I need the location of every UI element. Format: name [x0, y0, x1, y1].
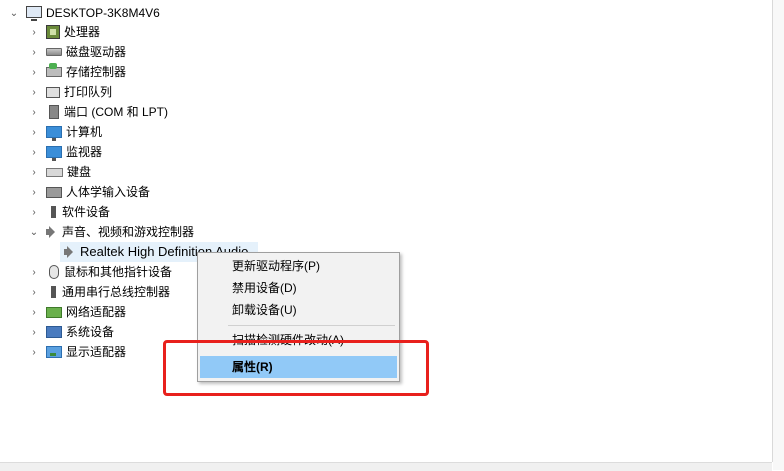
tree-item-label: 系统设备: [66, 325, 115, 339]
printer-icon: [46, 86, 60, 98]
chevron-right-icon[interactable]: ›: [28, 166, 40, 178]
menu-separator: [228, 325, 395, 326]
tree-item-usb-controllers[interactable]: › 通用串行总线控制器: [28, 282, 170, 302]
chevron-right-icon[interactable]: ›: [28, 186, 40, 198]
speaker-icon: [64, 246, 74, 258]
tree-item-disk-drives[interactable]: › 磁盘驱动器: [28, 42, 126, 62]
chevron-down-icon[interactable]: ⌄: [8, 7, 20, 19]
tree-item-ports[interactable]: › 端口 (COM 和 LPT): [28, 102, 168, 122]
menu-item-update-driver[interactable]: 更新驱动程序(P): [200, 255, 397, 277]
tree-item-system-devices[interactable]: › 系统设备: [28, 322, 114, 342]
monitor-icon: [46, 146, 62, 161]
tree-item-label: 声音、视频和游戏控制器: [62, 225, 195, 239]
tree-item-label: 键盘: [67, 165, 92, 179]
tree-item-label: 存储控制器: [66, 65, 127, 79]
cpu-icon: [46, 25, 60, 39]
tree-item-print-queues[interactable]: › 打印队列: [28, 82, 112, 102]
menu-item-disable-device[interactable]: 禁用设备(D): [200, 277, 397, 299]
computer-icon: [26, 6, 42, 21]
tree-item-display-adapters[interactable]: › 显示适配器: [28, 342, 126, 362]
tree-item-label: 通用串行总线控制器: [62, 285, 171, 299]
tree-item-label: 监视器: [66, 145, 103, 159]
chevron-right-icon[interactable]: ›: [28, 146, 40, 158]
chevron-right-icon[interactable]: ›: [28, 106, 40, 118]
tree-item-label: 磁盘驱动器: [66, 45, 127, 59]
tree-item-sound-video-game[interactable]: ⌄ 声音、视频和游戏控制器: [28, 222, 194, 242]
mouse-icon: [49, 265, 59, 279]
tree-item-monitors[interactable]: › 监视器: [28, 142, 102, 162]
chevron-right-icon[interactable]: ›: [28, 266, 40, 278]
tree-item-hid[interactable]: › 人体学输入设备: [28, 182, 150, 202]
port-icon: [49, 105, 59, 119]
computer-icon: [46, 126, 62, 141]
tree-item-label: 处理器: [64, 25, 101, 39]
tree-item-label: 网络适配器: [66, 305, 127, 319]
chevron-right-icon[interactable]: ›: [28, 66, 40, 78]
tree-item-label: 软件设备: [62, 205, 111, 219]
tree-item-label: 显示适配器: [66, 345, 127, 359]
tree-root-label: DESKTOP-3K8M4V6: [46, 6, 160, 20]
tree-item-processor[interactable]: › 处理器: [28, 22, 100, 42]
usb-icon: [51, 286, 56, 298]
software-device-icon: [51, 206, 56, 218]
hid-icon: [46, 186, 62, 198]
chevron-right-icon[interactable]: ›: [28, 306, 40, 318]
annotation-highlight-box: [163, 340, 429, 396]
chevron-right-icon[interactable]: ›: [28, 26, 40, 38]
system-device-icon: [46, 326, 62, 338]
disk-drive-icon: [46, 48, 62, 56]
tree-item-label: 鼠标和其他指针设备: [64, 265, 173, 279]
tree-root[interactable]: ⌄ DESKTOP-3K8M4V6: [8, 3, 160, 23]
tree-item-software-devices[interactable]: › 软件设备: [28, 202, 110, 222]
storage-controller-icon: [46, 63, 62, 77]
tree-item-label: 计算机: [66, 125, 103, 139]
tree-item-computer[interactable]: › 计算机: [28, 122, 102, 142]
chevron-right-icon[interactable]: ›: [28, 346, 40, 358]
tree-item-label: 端口 (COM 和 LPT): [64, 105, 168, 119]
tree-item-network-adapters[interactable]: › 网络适配器: [28, 302, 126, 322]
speaker-icon: [46, 226, 56, 238]
display-adapter-icon: [46, 346, 62, 358]
tree-item-label: 人体学输入设备: [66, 185, 151, 199]
chevron-right-icon[interactable]: ›: [28, 326, 40, 338]
chevron-right-icon[interactable]: ›: [28, 286, 40, 298]
chevron-right-icon[interactable]: ›: [28, 206, 40, 218]
menu-item-uninstall-device[interactable]: 卸载设备(U): [200, 299, 397, 321]
vertical-scrollbar[interactable]: [773, 0, 784, 470]
chevron-right-icon[interactable]: ›: [28, 46, 40, 58]
chevron-down-icon[interactable]: ⌄: [28, 226, 40, 238]
network-adapter-icon: [46, 306, 62, 318]
tree-item-label: 打印队列: [64, 85, 113, 99]
tree-item-mice[interactable]: › 鼠标和其他指针设备: [28, 262, 172, 282]
chevron-right-icon[interactable]: ›: [28, 86, 40, 98]
tree-item-keyboards[interactable]: › 键盘: [28, 162, 91, 182]
tree-item-storage-controllers[interactable]: › 存储控制器: [28, 62, 126, 82]
chevron-right-icon[interactable]: ›: [28, 126, 40, 138]
keyboard-icon: [46, 167, 63, 177]
